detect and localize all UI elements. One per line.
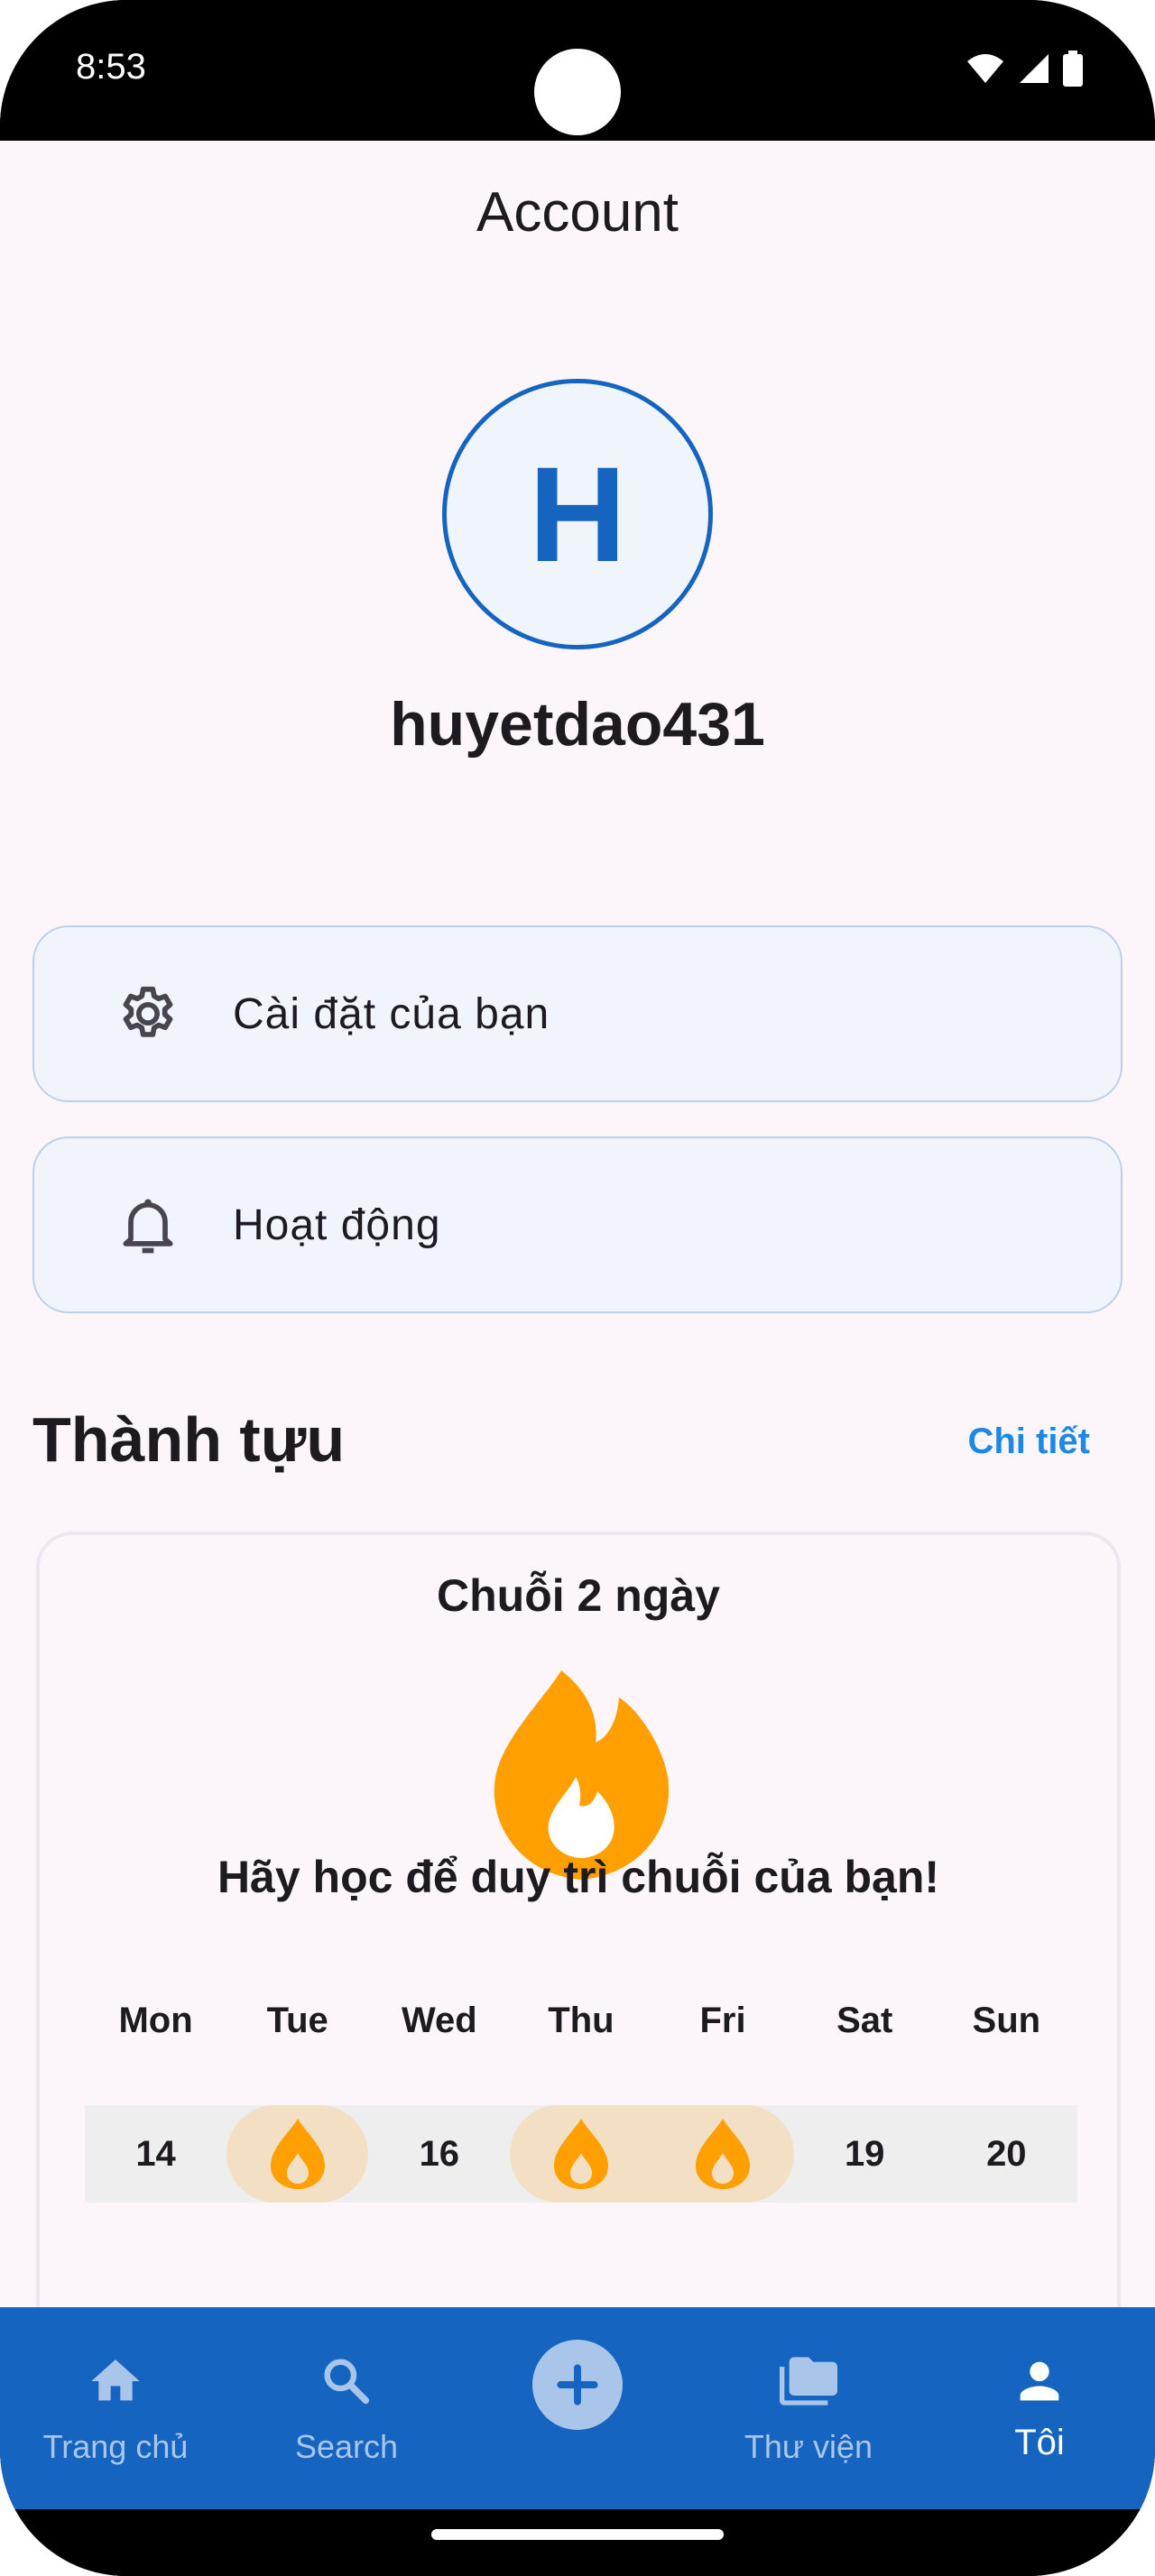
gesture-area <box>0 2509 1155 2576</box>
signal-icon <box>1020 54 1049 83</box>
status-icons <box>966 51 1083 87</box>
add-button[interactable] <box>532 2340 623 2430</box>
settings-button[interactable]: Cài đặt của bạn <box>32 925 1123 1102</box>
nav-label: Trang chủ <box>42 2428 189 2465</box>
nav-label: Thư viện <box>744 2428 873 2465</box>
achievements-title: Thành tựu <box>32 1404 346 1475</box>
home-icon <box>91 2360 140 2401</box>
day-cell-streak <box>510 2105 652 2203</box>
camera-cutout <box>534 49 621 135</box>
day-cell: 19 <box>844 2133 885 2174</box>
weekday-label: Wed <box>401 2001 477 2040</box>
status-time: 8:53 <box>76 47 146 87</box>
nav-item-search[interactable]: Search <box>231 2307 462 2509</box>
weekday-label: Mon <box>118 2001 193 2040</box>
nav-item-library[interactable]: Thư viện <box>693 2307 924 2509</box>
phone-frame: 8:53 Account H huyetdao431 Cài đặt của b… <box>0 0 1155 2576</box>
activity-button[interactable]: Hoạt động <box>32 1136 1123 1313</box>
battery-icon <box>1063 51 1083 87</box>
nav-item-add[interactable] <box>462 2307 693 2509</box>
weekday-label: Fri <box>699 2001 746 2040</box>
username: huyetdao431 <box>390 690 765 759</box>
search-icon <box>324 2359 370 2405</box>
settings-label: Cài đặt của bạn <box>233 989 550 1038</box>
day-cell: 14 <box>135 2133 176 2174</box>
nav-label: Tôi <box>1014 2423 1065 2462</box>
avatar[interactable]: H <box>442 379 713 649</box>
add-icon <box>557 2364 598 2406</box>
account-screen: Account H huyetdao431 Cài đặt của bạn Ho… <box>0 141 1155 2307</box>
nav-label: Search <box>294 2428 399 2465</box>
status-bar: 8:53 <box>0 0 1155 141</box>
person-icon <box>1020 2361 1059 2401</box>
home-gesture-bar[interactable] <box>431 2529 724 2540</box>
weekday-label: Sun <box>972 2001 1041 2040</box>
folder-icon <box>780 2357 837 2406</box>
streak-calendar-row: 14 16 19 20 <box>85 2105 1077 2203</box>
day-cell-streak <box>651 2105 794 2203</box>
bell-icon <box>123 1199 173 1254</box>
activity-label: Hoạt động <box>233 1201 441 1249</box>
wifi-icon <box>967 54 1003 83</box>
small-flame-icon <box>270 2119 325 2189</box>
day-cell-streak <box>226 2105 369 2203</box>
bottom-navigation: Trang chủ Search Thư viện Tôi <box>0 2307 1155 2509</box>
small-flame-icon <box>696 2119 751 2189</box>
details-link[interactable]: Chi tiết <box>967 1421 1090 1462</box>
nav-item-profile[interactable]: Tôi <box>924 2307 1155 2509</box>
streak-title: Chuỗi 2 ngày <box>437 1570 720 1621</box>
streak-card: Chuỗi 2 ngày Hãy học để duy trì chuỗi củ… <box>36 1532 1121 2307</box>
small-flame-icon <box>553 2119 608 2189</box>
weekday-label: Thu <box>548 2001 614 2040</box>
weekday-label: Tue <box>266 2001 328 2040</box>
weekday-header: Mon Tue Wed Thu Fri Sat Sun <box>85 2001 1077 2041</box>
weekday-label: Sat <box>836 2001 893 2040</box>
page-title: Account <box>476 181 679 244</box>
day-cell: 20 <box>986 2133 1027 2174</box>
gear-icon <box>123 986 173 1037</box>
day-cell: 16 <box>419 2133 460 2174</box>
avatar-initial: H <box>528 437 627 590</box>
streak-message: Hãy học để duy trì chuỗi của bạn! <box>217 1852 940 1902</box>
nav-item-home[interactable]: Trang chủ <box>0 2307 231 2509</box>
